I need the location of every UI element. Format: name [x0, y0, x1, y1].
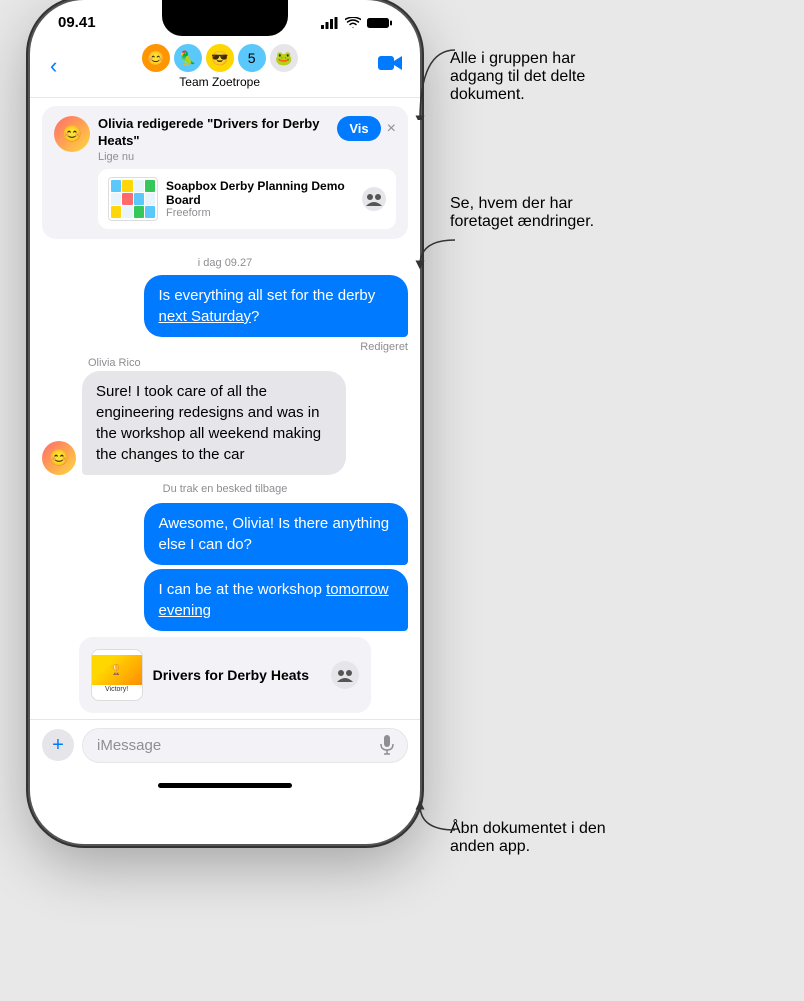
group-avatars: 😊 🦜 😎 5 🐸: [141, 43, 299, 73]
doc-title: Drivers for Derby Heats: [153, 667, 322, 683]
arrow-3: [410, 800, 460, 860]
status-bar: 09.41: [30, 0, 420, 39]
page-wrapper: 09.41: [0, 0, 804, 1001]
message-input[interactable]: iMessage: [82, 728, 408, 763]
sender-name-olivia: Olivia Rico: [88, 357, 408, 369]
notif-card-sub: Freeform: [166, 207, 354, 219]
edited-label: Redigeret: [42, 341, 408, 353]
mic-icon: [379, 735, 395, 755]
avatar-1: 😊: [141, 43, 171, 73]
notif-card[interactable]: Soapbox Derby Planning Demo Board Freefo…: [98, 169, 396, 229]
message-placeholder: iMessage: [97, 737, 161, 754]
home-indicator: [158, 783, 292, 788]
notch: [162, 0, 288, 36]
annotation-3: Åbn dokumentet i den anden app.: [450, 820, 620, 856]
messages-area: i dag 09.27 Is everything all set for th…: [30, 247, 420, 719]
timestamp-label: i dag 09.27: [42, 257, 408, 269]
phone-frame: 09.41: [30, 0, 420, 844]
message-bubble-sent-2: Awesome, Olivia! Is there anything else …: [144, 503, 408, 565]
add-attachment-button[interactable]: +: [42, 729, 74, 761]
shared-doc-icon: [362, 187, 386, 211]
message-bubble-received-1: Sure! I took care of all the engineering…: [82, 371, 346, 475]
wifi-icon: [345, 17, 361, 29]
freeform-thumbnail: [108, 177, 158, 221]
back-button[interactable]: ‹: [46, 49, 61, 83]
vis-button[interactable]: Vis: [337, 116, 380, 141]
nav-center: 😊 🦜 😎 5 🐸 Team Zoetrope: [141, 43, 299, 89]
notif-title: Olivia redigerede "Drivers for Derby Hea…: [98, 116, 333, 150]
doc-card[interactable]: 🏆 Victory! Drivers for Derby Heats: [79, 637, 372, 713]
avatar-2: 🦜: [173, 43, 203, 73]
message-row-received-1: 😊 Sure! I took care of all the engineeri…: [42, 371, 408, 475]
nav-header: ‹ 😊 🦜 😎 5 🐸 Team Zoetrope: [30, 39, 420, 98]
notification-banner: 😊 Olivia redigerede "Drivers for Derby H…: [42, 106, 408, 239]
video-call-button[interactable]: [378, 53, 404, 79]
notif-actions: Vis ×: [337, 116, 396, 141]
message-bubble-sent-1: Is everything all set for the derby next…: [144, 275, 408, 337]
status-time: 09.41: [58, 14, 96, 31]
notif-card-title: Soapbox Derby Planning Demo Board: [166, 179, 354, 207]
notif-card-info: Soapbox Derby Planning Demo Board Freefo…: [166, 179, 354, 219]
message-row-sent-1: Is everything all set for the derby next…: [42, 275, 408, 337]
input-bar: + iMessage: [30, 719, 420, 775]
doc-info: Drivers for Derby Heats: [153, 667, 322, 683]
link-next-saturday[interactable]: next Saturday: [158, 308, 251, 325]
annotation-1: Alle i gruppen har adgang til det delte …: [450, 50, 620, 104]
battery-icon: [367, 17, 392, 29]
notif-avatar: 😊: [54, 116, 90, 152]
message-bubble-sent-3: I can be at the workshop tomorrow evenin…: [144, 569, 408, 631]
arrow-1: [410, 40, 460, 120]
notif-close-button[interactable]: ×: [387, 120, 396, 138]
doc-share-icon: [331, 661, 359, 689]
avatar-4: 🐸: [269, 43, 299, 73]
arrow-2: [410, 210, 460, 270]
retracted-label: Du trak en besked tilbage: [42, 483, 408, 495]
derby-thumbnail: 🏆 Victory!: [91, 649, 143, 701]
avatar-3: 😎: [205, 43, 235, 73]
avatar-badge: 5: [237, 43, 267, 73]
annotation-2: Se, hvem der har foretaget ændringer.: [450, 195, 620, 231]
message-row-sent-2: Awesome, Olivia! Is there anything else …: [42, 503, 408, 565]
message-row-sent-3: I can be at the workshop tomorrow evenin…: [42, 569, 408, 631]
notif-time: Lige nu: [98, 151, 333, 163]
olivia-avatar: 😊: [42, 441, 76, 475]
status-icons: [321, 17, 392, 29]
notif-content: Olivia redigerede "Drivers for Derby Hea…: [98, 116, 396, 229]
group-name[interactable]: Team Zoetrope: [179, 75, 260, 89]
signal-icon: [321, 17, 339, 29]
annotations-panel: Alle i gruppen har adgang til det delte …: [440, 0, 804, 1001]
link-tomorrow-evening[interactable]: tomorrow evening: [158, 581, 388, 619]
